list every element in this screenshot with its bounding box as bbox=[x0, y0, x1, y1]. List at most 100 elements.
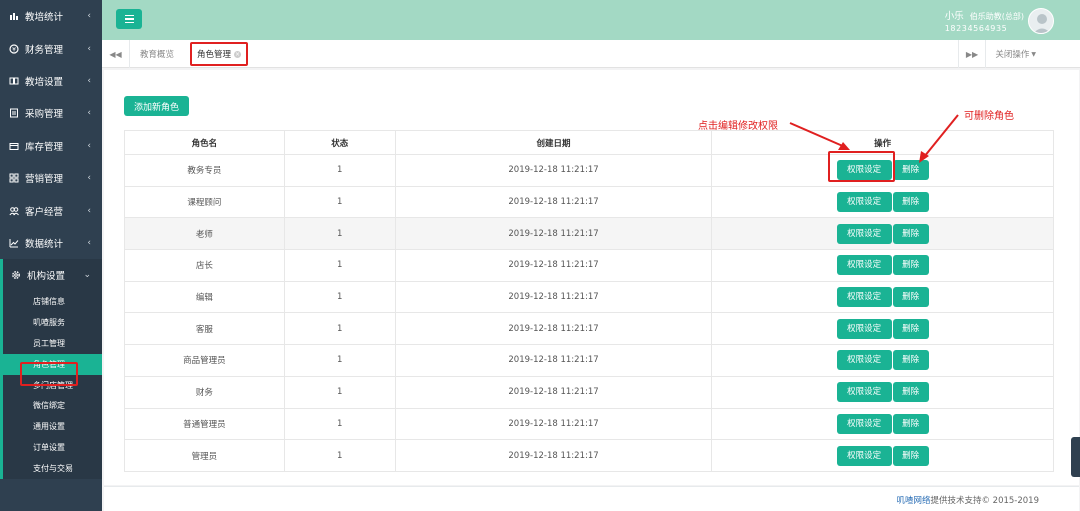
tab-scroll-right-button[interactable]: ▶▶ bbox=[958, 40, 986, 68]
delete-button[interactable]: 删除 bbox=[892, 192, 929, 213]
table-row: 课程顾问 1 2019-12-18 11:21:17 权限设定 删除 bbox=[124, 185, 1054, 219]
subnav-item-payment[interactable]: 支付与交易 bbox=[3, 458, 102, 479]
sidebar-item-label: 客户经营 bbox=[25, 206, 64, 218]
tab-scroll-left-button[interactable]: ◀◀ bbox=[102, 40, 130, 68]
menu-toggle-button[interactable] bbox=[116, 9, 142, 29]
close-operations-dropdown[interactable]: 关闭操作 ▼ bbox=[995, 40, 1036, 68]
status-cell: 1 bbox=[283, 217, 396, 251]
role-name-cell: 商品管理员 bbox=[124, 344, 285, 377]
main-content: 添加新角色 角色名 状态 创建日期 操作 教务专员 1 2019-12-18 11:… bbox=[104, 70, 1079, 485]
permission-settings-button[interactable]: 权限设定 bbox=[836, 192, 892, 213]
column-header-created-date: 创建日期 bbox=[394, 130, 713, 155]
permission-settings-button[interactable]: 权限设定 bbox=[836, 350, 892, 371]
actions-cell: 权限设定 删除 bbox=[711, 249, 1054, 282]
org-name: 伯乐助教(总部) bbox=[969, 12, 1024, 21]
sidebar-item-inventory[interactable]: 库存管理 ‹ bbox=[0, 130, 102, 162]
permission-settings-button[interactable]: 权限设定 bbox=[836, 223, 892, 244]
chevron-left-icon: ‹ bbox=[87, 43, 91, 54]
permission-settings-button[interactable]: 权限设定 bbox=[836, 413, 892, 434]
created-date-cell: 2019-12-18 11:21:17 bbox=[394, 375, 713, 409]
role-name-cell: 管理员 bbox=[124, 439, 285, 472]
actions-cell: 权限设定 删除 bbox=[711, 375, 1054, 409]
status-cell: 1 bbox=[283, 185, 396, 219]
status-cell: 1 bbox=[283, 375, 396, 409]
chart-icon bbox=[9, 11, 19, 21]
chevron-down-icon: ⌄ bbox=[83, 270, 91, 281]
sidebar-item-label: 机构设置 bbox=[27, 271, 66, 283]
delete-button[interactable]: 删除 bbox=[892, 255, 929, 276]
chevron-left-icon: ‹ bbox=[87, 75, 91, 86]
highlight-box-active-tab bbox=[190, 42, 248, 66]
delete-button[interactable]: 删除 bbox=[892, 445, 929, 466]
actions-cell: 权限设定 删除 bbox=[711, 312, 1054, 346]
status-cell: 1 bbox=[283, 407, 396, 441]
actions-cell: 权限设定 删除 bbox=[711, 185, 1054, 219]
chevron-left-icon: ‹ bbox=[87, 237, 91, 248]
status-cell: 1 bbox=[283, 344, 396, 377]
created-date-cell: 2019-12-18 11:21:17 bbox=[394, 185, 713, 219]
sidebar-item-finance[interactable]: ¥ 财务管理 ‹ bbox=[0, 32, 102, 64]
chevron-left-icon: ‹ bbox=[87, 11, 91, 22]
permission-settings-button[interactable]: 权限设定 bbox=[836, 318, 892, 339]
subnav-item-orders[interactable]: 订单设置 bbox=[3, 437, 102, 458]
created-date-cell: 2019-12-18 11:21:17 bbox=[394, 407, 713, 441]
actions-cell: 权限设定 删除 bbox=[711, 407, 1054, 441]
permission-settings-button[interactable]: 权限设定 bbox=[836, 287, 892, 308]
subnav-item-jizha-service[interactable]: 叽喳服务 bbox=[3, 312, 102, 333]
sidebar-item-label: 数据统计 bbox=[25, 238, 64, 250]
table-row: 财务 1 2019-12-18 11:21:17 权限设定 删除 bbox=[124, 375, 1054, 409]
delete-button[interactable]: 删除 bbox=[892, 223, 929, 244]
sidebar-item-teaching-settings[interactable]: 教培设置 ‹ bbox=[0, 65, 102, 97]
role-name-cell: 编辑 bbox=[124, 280, 285, 314]
book-icon bbox=[9, 76, 19, 86]
subnav-item-store-info[interactable]: 店铺信息 bbox=[3, 292, 102, 313]
avatar[interactable] bbox=[1028, 8, 1054, 34]
table-header-row: 角色名 状态 创建日期 操作 bbox=[124, 130, 1054, 155]
annotation-delete-role: 可删除角色 bbox=[964, 111, 1014, 122]
subnav-item-general[interactable]: 通用设置 bbox=[3, 416, 102, 437]
delete-button[interactable]: 删除 bbox=[892, 318, 929, 339]
subnav-item-staff[interactable]: 员工管理 bbox=[3, 333, 102, 354]
subnav-item-wechat[interactable]: 微信绑定 bbox=[3, 396, 102, 417]
status-cell: 1 bbox=[283, 280, 396, 314]
highlight-box-perm-button bbox=[828, 151, 895, 182]
permission-settings-button[interactable]: 权限设定 bbox=[836, 255, 892, 276]
created-date-cell: 2019-12-18 11:21:17 bbox=[394, 249, 713, 282]
add-role-button[interactable]: 添加新角色 bbox=[124, 96, 189, 116]
created-date-cell: 2019-12-18 11:21:17 bbox=[394, 439, 713, 472]
table-row: 客服 1 2019-12-18 11:21:17 权限设定 删除 bbox=[124, 312, 1054, 346]
table-row: 教务专员 1 2019-12-18 11:21:17 权限设定 删除 bbox=[124, 154, 1054, 187]
table-row: 编辑 1 2019-12-18 11:21:17 权限设定 删除 bbox=[124, 280, 1054, 314]
sidebar-item-marketing[interactable]: 营销管理 ‹ bbox=[0, 162, 102, 194]
table-row: 商品管理员 1 2019-12-18 11:21:17 权限设定 删除 bbox=[124, 344, 1054, 377]
sidebar-item-purchase[interactable]: 采购管理 ‹ bbox=[0, 97, 102, 129]
money-icon: ¥ bbox=[9, 43, 19, 54]
footer-credit: 叽喳网络提供技术支持© 2015-2019 bbox=[896, 496, 1039, 506]
delete-button[interactable]: 删除 bbox=[892, 350, 929, 371]
side-float-tab[interactable] bbox=[1071, 437, 1080, 477]
delete-button[interactable]: 删除 bbox=[892, 287, 929, 308]
grid-icon bbox=[9, 173, 19, 183]
delete-button[interactable]: 删除 bbox=[892, 413, 929, 434]
actions-cell: 权限设定 删除 bbox=[711, 217, 1054, 251]
status-cell: 1 bbox=[283, 439, 396, 472]
caret-down-icon: ▼ bbox=[1031, 50, 1036, 58]
sidebar-item-teaching-stats[interactable]: 教培统计 ‹ bbox=[0, 0, 102, 32]
table-row: 店长 1 2019-12-18 11:21:17 权限设定 删除 bbox=[124, 249, 1054, 282]
column-header-status: 状态 bbox=[283, 130, 396, 155]
footer-link[interactable]: 叽喳网络 bbox=[896, 496, 930, 506]
table-row: 普通管理员 1 2019-12-18 11:21:17 权限设定 删除 bbox=[124, 407, 1054, 441]
sidebar-item-org-settings[interactable]: 机构设置 ⌄ bbox=[0, 259, 102, 292]
user-phone: 18234564935 bbox=[944, 24, 1008, 33]
sidebar-item-label: 库存管理 bbox=[25, 141, 64, 153]
tab-edu-overview[interactable]: 教育概览 bbox=[140, 40, 174, 68]
annotation-edit-permissions: 点击编辑修改权限 bbox=[698, 121, 778, 132]
permission-settings-button[interactable]: 权限设定 bbox=[836, 445, 892, 466]
sidebar-item-data-stats[interactable]: 数据统计 ‹ bbox=[0, 227, 102, 259]
role-name-cell: 客服 bbox=[124, 312, 285, 346]
permission-settings-button[interactable]: 权限设定 bbox=[836, 382, 892, 403]
delete-button[interactable]: 删除 bbox=[892, 382, 929, 403]
sidebar-item-customers[interactable]: 客户经营 ‹ bbox=[0, 194, 102, 226]
delete-button[interactable]: 删除 bbox=[892, 160, 929, 181]
created-date-cell: 2019-12-18 11:21:17 bbox=[394, 217, 713, 251]
